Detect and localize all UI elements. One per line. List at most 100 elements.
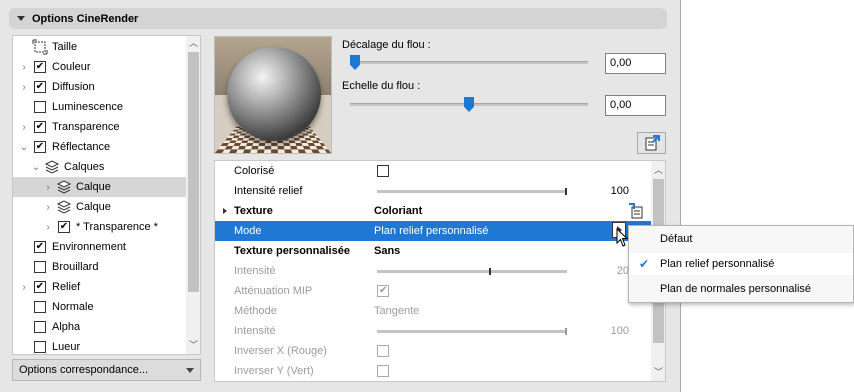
tree-item-label: Calques xyxy=(64,161,105,173)
invert-x-checkbox xyxy=(377,345,389,357)
tree-item-checkbox[interactable] xyxy=(34,341,46,353)
property-row-colorise: Colorisé xyxy=(215,161,651,181)
tree-item-checkbox[interactable] xyxy=(34,261,46,273)
tree-item-label: Environnement xyxy=(52,241,126,253)
tree-item[interactable]: Taille xyxy=(13,37,186,57)
tree-item-checkbox[interactable] xyxy=(34,321,46,333)
chevron-right-icon[interactable]: › xyxy=(19,82,29,93)
chevron-down-icon[interactable]: ⌄ xyxy=(31,162,41,173)
property-row-invert-x: Inverser X (Rouge) xyxy=(215,341,651,361)
blur-offset-track[interactable] xyxy=(350,61,588,64)
tree-scrollbar[interactable]: ︿ ﹀ xyxy=(186,36,200,354)
scroll-down-icon[interactable]: ﹀ xyxy=(651,365,665,379)
property-row-custom-texture: Texture personnalisée Sans xyxy=(215,241,651,261)
relief-intensity-marker[interactable] xyxy=(565,188,567,195)
method-value: Tangente xyxy=(374,305,420,317)
tree-item[interactable]: Luminescence xyxy=(13,97,186,117)
tree-item-checkbox[interactable] xyxy=(34,141,46,153)
collapse-triangle-icon[interactable] xyxy=(17,16,25,21)
method-label: Méthode xyxy=(234,305,277,317)
tree-item-checkbox[interactable] xyxy=(34,301,46,313)
tree-item-checkbox[interactable] xyxy=(34,121,46,133)
tree-item[interactable]: ⌄ Calques xyxy=(13,157,186,177)
tree-item[interactable]: › Couleur xyxy=(13,57,186,77)
relief-intensity-label: Intensité relief xyxy=(234,185,303,197)
tree-item-checkbox[interactable] xyxy=(34,281,46,293)
tree-item-label: Alpha xyxy=(52,321,81,333)
options-correspondance-dropdown[interactable]: Options correspondance... xyxy=(12,359,201,381)
chevron-right-icon[interactable]: › xyxy=(43,182,53,193)
texture-label: Texture xyxy=(234,205,273,217)
blur-scale-field[interactable]: 0,00 xyxy=(605,95,666,116)
intensity-2-slider xyxy=(377,328,567,335)
export-settings-button[interactable] xyxy=(637,132,666,154)
tree-item-checkbox[interactable] xyxy=(34,81,46,93)
menu-item-default[interactable]: Défaut xyxy=(629,228,853,250)
tree-item-label: Lueur xyxy=(52,341,81,353)
scroll-down-icon[interactable]: ﹀ xyxy=(186,338,200,352)
chevron-down-icon[interactable]: ⌄ xyxy=(19,142,29,153)
colorise-checkbox[interactable] xyxy=(377,165,389,177)
tree-item-label: * Transparence * xyxy=(76,221,158,233)
texture-value: Coloriant xyxy=(374,205,423,217)
chevron-right-icon[interactable]: › xyxy=(19,282,29,293)
tree-item[interactable]: Environnement xyxy=(13,237,186,257)
invert-y-checkbox xyxy=(377,365,389,377)
intensity-2-value: 100 xyxy=(610,325,629,337)
tree-item[interactable]: Alpha xyxy=(13,317,186,337)
tree-item-checkbox[interactable] xyxy=(34,61,46,73)
intensity-2-label: Intensité xyxy=(234,325,276,337)
mode-popup-menu: Défaut ✔ Plan relief personnalisé Plan d… xyxy=(628,225,854,303)
reflective-sphere-image xyxy=(227,47,321,141)
size-icon xyxy=(32,39,48,55)
scroll-up-icon[interactable]: ︿ xyxy=(651,163,665,177)
relief-intensity-slider[interactable] xyxy=(377,188,567,195)
chevron-right-icon[interactable]: › xyxy=(43,222,53,233)
tree-item[interactable]: › Calque xyxy=(13,197,186,217)
custom-texture-label: Texture personnalisée xyxy=(234,245,350,257)
property-row-intensity-2: Intensité 100 xyxy=(215,321,651,341)
tree-item[interactable]: › Calque xyxy=(13,177,186,197)
tree-item[interactable]: Normale xyxy=(13,297,186,317)
tree-item-label: Calque xyxy=(76,201,111,213)
expand-triangle-icon[interactable] xyxy=(223,208,227,214)
tree-item[interactable]: › Relief xyxy=(13,277,186,297)
tree-item[interactable]: ⌄ Réflectance xyxy=(13,137,186,157)
tree-item-checkbox[interactable] xyxy=(58,221,70,233)
tree-item[interactable]: › * Transparence * xyxy=(13,217,186,237)
mode-value: Plan relief personnalisé xyxy=(374,225,489,237)
blur-offset-label: Décalage du flou : xyxy=(342,39,431,51)
relief-intensity-value[interactable]: 100 xyxy=(611,185,629,197)
tree-item-checkbox[interactable] xyxy=(34,101,46,113)
chevron-right-icon[interactable]: › xyxy=(19,122,29,133)
scroll-up-icon[interactable]: ︿ xyxy=(186,36,200,50)
tree-item-label: Taille xyxy=(52,41,78,53)
layer-icon xyxy=(56,200,72,214)
tree-item-label: Normale xyxy=(52,301,94,313)
invert-y-label: Inverser Y (Vert) xyxy=(234,365,314,377)
tree-item-checkbox[interactable] xyxy=(34,241,46,253)
chevron-right-icon[interactable]: › xyxy=(43,202,53,213)
tree-item-label: Calque xyxy=(76,181,111,193)
chevron-right-icon[interactable]: › xyxy=(19,62,29,73)
dropdown-arrow-icon xyxy=(186,368,194,373)
intensity-2-marker xyxy=(565,328,567,335)
property-row-texture[interactable]: Texture Coloriant xyxy=(215,201,651,221)
layers-icon xyxy=(44,160,60,174)
mip-checkbox xyxy=(377,285,389,297)
tree-item[interactable]: › Transparence xyxy=(13,117,186,137)
tree-item[interactable]: Brouillard xyxy=(13,257,186,277)
blur-offset-field[interactable]: 0,00 xyxy=(605,53,666,74)
options-correspondance-label: Options correspondance... xyxy=(19,364,149,376)
property-row-relief-intensity: Intensité relief 100 xyxy=(215,181,651,201)
tree-item-label: Luminescence xyxy=(52,101,123,113)
tree-scroll-thumb[interactable] xyxy=(188,52,199,292)
tree-item-label: Transparence xyxy=(52,121,120,133)
tree-item[interactable]: Lueur xyxy=(13,337,186,354)
section-header[interactable]: Options CineRender xyxy=(9,8,667,29)
menu-item-custom-relief[interactable]: ✔ Plan relief personnalisé xyxy=(629,253,853,275)
tree-item[interactable]: › Diffusion xyxy=(13,77,186,97)
texture-options-icon[interactable] xyxy=(628,203,644,219)
menu-item-custom-normals[interactable]: Plan de normales personnalisé xyxy=(629,278,853,300)
property-row-mode[interactable]: Mode Plan relief personnalisé xyxy=(215,221,651,241)
